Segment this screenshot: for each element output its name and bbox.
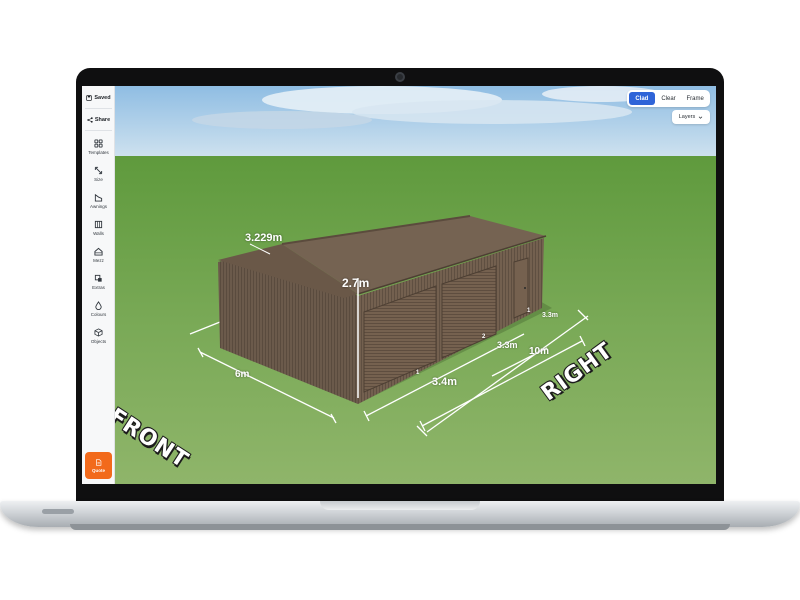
divider: [85, 108, 112, 109]
sidebar-item-templates[interactable]: Templates: [82, 133, 115, 160]
quote-label: Quote: [92, 467, 105, 473]
webcam: [395, 72, 405, 82]
awning-icon: [94, 193, 103, 202]
share-label: Share: [94, 116, 111, 123]
sidebar-item-mezz[interactable]: Mezz: [82, 241, 115, 268]
laptop-base-bottom: [70, 524, 730, 530]
sidebar-item-label: Extras: [92, 284, 105, 290]
roof-width-label: 3.229m: [245, 232, 283, 244]
extras-icon: [94, 274, 102, 282]
layers-label: Layers: [678, 114, 696, 120]
bay-3-length-label: 3.3m: [542, 312, 558, 319]
sidebar-item-objects[interactable]: Objects: [82, 322, 115, 349]
sidebar-item-extras[interactable]: Extras: [82, 268, 115, 295]
total-length-label: 10m: [529, 346, 550, 357]
share-button[interactable]: Share: [82, 111, 115, 128]
cube-icon: [94, 327, 103, 337]
resize-icon: [94, 166, 103, 174]
sidebar-item-label: Colours: [90, 311, 107, 317]
saved-status[interactable]: Saved: [82, 89, 115, 106]
save-icon: [86, 94, 93, 101]
tab-frame[interactable]: Frame: [682, 92, 708, 105]
layers-dropdown[interactable]: Layers: [672, 110, 710, 124]
quote-button[interactable]: Quote: [85, 452, 112, 479]
bay-marker: 2: [482, 334, 486, 340]
sidebar-item-label: Mezz: [93, 257, 104, 263]
view-mode-toggle: Clad Clear Frame: [627, 90, 710, 107]
bay-marker: 1: [527, 308, 531, 314]
document-icon: [96, 458, 102, 466]
sidebar-item-label: Templates: [88, 149, 109, 155]
sidebar: Saved Share Templates Size Awnings Walls…: [82, 86, 115, 484]
bay-1-length-label: 3.4m: [432, 376, 458, 388]
bay-2-length-label: 3.3m: [497, 340, 518, 350]
walls-icon: [94, 220, 103, 228]
3d-viewport[interactable]: [82, 86, 716, 484]
chevron-down-icon: [699, 116, 703, 119]
sidebar-item-colours[interactable]: Colours: [82, 295, 115, 322]
front-width-label: 6m: [235, 369, 250, 380]
sidebar-item-walls[interactable]: Walls: [82, 214, 115, 241]
cloud: [352, 100, 632, 124]
sidebar-item-size[interactable]: Size: [82, 160, 115, 187]
divider: [85, 130, 112, 131]
cloud: [192, 111, 372, 129]
share-icon: [87, 116, 93, 123]
sidebar-item-label: Walls: [93, 230, 104, 236]
mezzanine-icon: [94, 247, 103, 256]
sidebar-item-label: Awnings: [90, 203, 107, 209]
tab-clear[interactable]: Clear: [656, 92, 682, 105]
saved-label: Saved: [94, 94, 111, 101]
height-label: 2.7m: [342, 276, 370, 290]
droplet-icon: [95, 300, 102, 310]
laptop-side-port: [42, 509, 74, 514]
grid-icon: [94, 138, 103, 148]
bay-marker: 1: [416, 370, 420, 376]
sidebar-item-label: Size: [94, 176, 103, 182]
laptop-hinge-notch: [320, 501, 480, 510]
sidebar-item-awnings[interactable]: Awnings: [82, 187, 115, 214]
tab-clad[interactable]: Clad: [629, 92, 655, 105]
door-handle: [524, 287, 526, 289]
sidebar-item-label: Objects: [90, 338, 107, 344]
app-screen: 3.229m 2.7m 6m 3.4m 3.3m 3.3m 10m 1 2 1 …: [82, 86, 716, 484]
